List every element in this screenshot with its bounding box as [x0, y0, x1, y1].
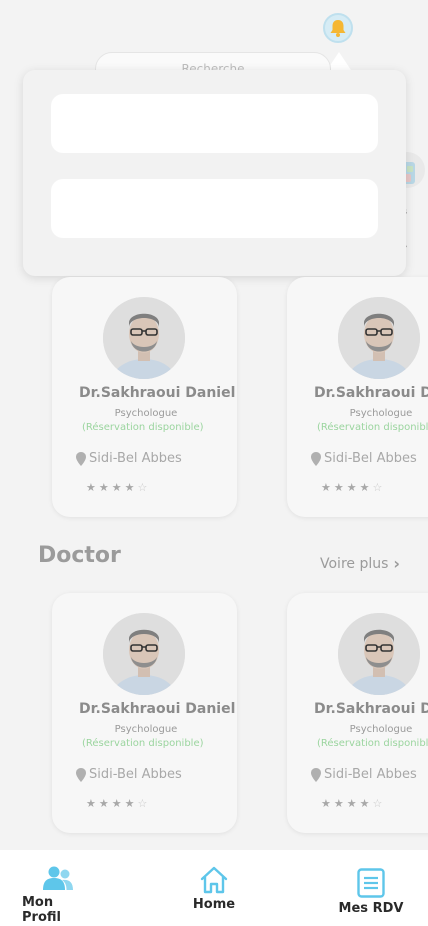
star-filled-icon: ★ [333, 797, 344, 810]
doctor-availability: (Réservation disponible) [317, 422, 428, 433]
doctor-card[interactable]: Dr.Sakhraoui Daniel Psychologue (Réserva… [52, 277, 237, 517]
see-more-link[interactable]: Voire plus › [320, 554, 400, 573]
star-filled-icon: ★ [321, 481, 331, 494]
doctor-avatar [103, 297, 185, 379]
bell-icon [330, 20, 346, 37]
notification-bell-button[interactable] [323, 13, 353, 43]
popup-item-2[interactable] [51, 179, 378, 238]
chevron-right-icon: › [393, 554, 400, 573]
doctor-avatar [338, 297, 420, 379]
star-empty-icon: ☆ [137, 797, 148, 810]
rating-stars: ★ ★ ★ ★ ☆ [321, 481, 382, 494]
star-filled-icon: ★ [124, 481, 135, 494]
star-empty-icon: ☆ [372, 481, 383, 494]
nav-label-home: Home [192, 897, 236, 912]
nav-item-rdv[interactable]: Mes RDV [336, 868, 406, 916]
doctor-location: Sidi-Bel Abbes [311, 767, 417, 782]
doctor-specialty: Psychologue [349, 724, 413, 735]
doctor-location-text: Sidi-Bel Abbes [89, 451, 182, 466]
doctor-location-text: Sidi-Bel Abbes [324, 451, 417, 466]
star-filled-icon: ★ [346, 481, 357, 494]
doctor-avatar [103, 613, 185, 695]
star-filled-icon: ★ [98, 481, 109, 494]
star-filled-icon: ★ [333, 481, 344, 494]
doctor-location: Sidi-Bel Abbes [76, 767, 182, 782]
doctor-card[interactable]: Dr.Sakhraoui Daniel Psychologue (Réserva… [52, 593, 237, 833]
nav-item-profil[interactable]: Mon Profil [22, 866, 94, 925]
doctor-specialty: Psychologue [349, 408, 413, 419]
nav-item-home[interactable]: Home [186, 866, 242, 912]
star-filled-icon: ★ [359, 481, 370, 494]
location-pin-icon [76, 767, 86, 782]
home-icon [200, 866, 228, 894]
rating-stars: ★ ★ ★ ★ ☆ [321, 797, 382, 810]
nav-label-rdv: Mes RDV [338, 901, 404, 916]
doctor-name: Dr.Sakhraoui Daniel [79, 701, 236, 717]
bottom-nav: Mon Profil Home Mes RDV [0, 850, 428, 926]
doctor-avatar [338, 613, 420, 695]
section-title: Doctor [38, 543, 121, 568]
doctor-specialty: Psychologue [114, 724, 178, 735]
users-icon [43, 866, 73, 890]
star-filled-icon: ★ [124, 797, 135, 810]
popup-item-1[interactable] [51, 94, 378, 153]
doctor-location: Sidi-Bel Abbes [311, 451, 417, 466]
doctor-location: Sidi-Bel Abbes [76, 451, 182, 466]
nav-label-profil: Mon Profil [22, 895, 61, 925]
rating-stars: ★ ★ ★ ★ ☆ [86, 481, 147, 494]
doctor-specialty: Psychologue [114, 408, 178, 419]
star-filled-icon: ★ [86, 481, 96, 494]
rating-stars: ★ ★ ★ ★ ☆ [86, 797, 147, 810]
doctor-name: Dr.Sakhraoui Daniel [79, 385, 236, 401]
doctor-location-text: Sidi-Bel Abbes [89, 767, 182, 782]
star-filled-icon: ★ [86, 797, 96, 810]
star-filled-icon: ★ [98, 797, 109, 810]
doctor-card[interactable]: Dr.Sakhraoui Daniel Psychologue (Réserva… [287, 277, 428, 517]
doctor-availability: (Réservation disponible) [82, 422, 204, 433]
notification-popup [23, 70, 406, 276]
location-pin-icon [311, 451, 321, 466]
star-filled-icon: ★ [111, 797, 122, 810]
location-pin-icon [311, 767, 321, 782]
doctor-availability: (Réservation disponible) [82, 738, 204, 749]
calendar-list-icon [357, 868, 385, 898]
home-screen: Recherche res › [0, 0, 428, 850]
doctor-name: Dr.Sakhraoui Daniel [314, 701, 428, 717]
doctor-name: Dr.Sakhraoui Daniel [314, 385, 428, 401]
star-filled-icon: ★ [346, 797, 357, 810]
star-filled-icon: ★ [111, 481, 122, 494]
star-empty-icon: ☆ [137, 481, 148, 494]
doctor-location-text: Sidi-Bel Abbes [324, 767, 417, 782]
doctor-card[interactable]: Dr.Sakhraoui Daniel Psychologue (Réserva… [287, 593, 428, 833]
star-empty-icon: ☆ [372, 797, 383, 810]
see-more-label: Voire plus [320, 555, 389, 572]
doctor-availability: (Réservation disponible) [317, 738, 428, 749]
star-filled-icon: ★ [359, 797, 370, 810]
location-pin-icon [76, 451, 86, 466]
star-filled-icon: ★ [321, 797, 331, 810]
